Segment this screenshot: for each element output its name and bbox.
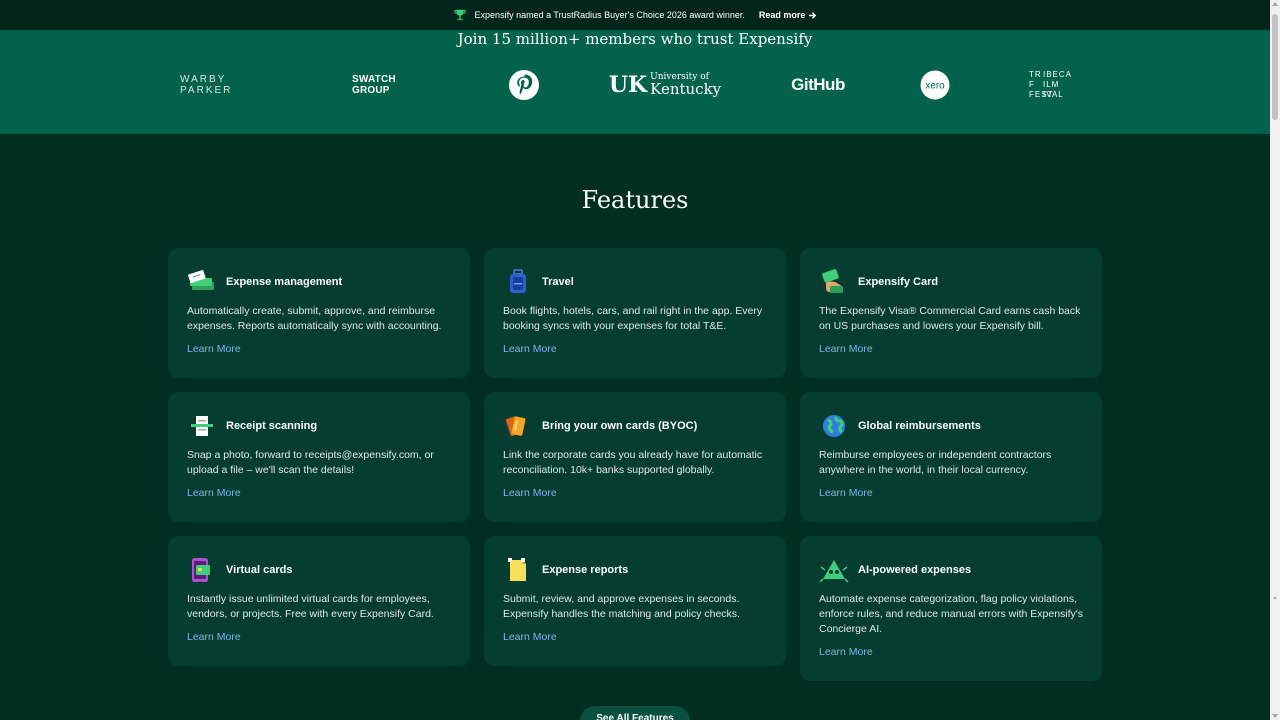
feature-card-desc: Automate expense categorization, flag po… <box>819 593 1084 635</box>
tribeca-part: F <box>1029 80 1035 89</box>
feature-card-title: Receipt scanning <box>226 420 318 432</box>
pinterest-icon <box>509 70 539 100</box>
tribeca-part: TR <box>1029 70 1042 79</box>
feature-card-title: Virtual cards <box>226 564 293 576</box>
learn-more-link[interactable]: Learn More <box>819 646 873 658</box>
feature-card-desc: Reimburse employees or independent contr… <box>819 449 1052 476</box>
feature-card-title: AI-powered expenses <box>858 564 972 576</box>
read-more-label: Read more <box>758 10 806 20</box>
card-hand-icon <box>819 268 849 296</box>
feature-card-expensify-card: Expensify Card The Expensify Visa® Comme… <box>800 248 1102 378</box>
feature-card-title: Travel <box>542 276 574 288</box>
learn-more-link[interactable]: Learn More <box>503 631 557 643</box>
tribeca-festival-logo: TR IBECA F ILM FEST IVAL <box>1022 68 1078 102</box>
luggage-icon <box>503 268 533 296</box>
learn-more-link[interactable]: Learn More <box>187 487 241 499</box>
feature-card-title: Expense management <box>226 276 343 288</box>
warby-parker-logo: WARBY PARKER <box>180 74 233 96</box>
learn-more-link[interactable]: Learn More <box>503 343 557 355</box>
feature-card-receipt-scanning: Receipt scanning Snap a photo, forward t… <box>168 392 470 522</box>
feature-card-expense-reports: Expense reports Submit, review, and appr… <box>484 536 786 666</box>
learn-more-link[interactable]: Learn More <box>187 631 241 643</box>
feature-card-desc: Link the corporate cards you already hav… <box>503 449 763 476</box>
expense-stack-icon <box>187 268 217 296</box>
tribeca-part: IBECA <box>1043 70 1073 79</box>
features-grid: Expense management Automatically create,… <box>168 248 1102 695</box>
feature-card-title: Expensify Card <box>858 276 939 288</box>
tribeca-part: FEST <box>1029 90 1054 99</box>
features-heading: Features <box>581 186 689 214</box>
feature-card-ai-powered-expenses: AI-powered expenses Automate expense cat… <box>800 536 1102 681</box>
receipt-scanner-icon <box>187 412 217 440</box>
trust-heading: Join 15 million+ members who trust Expen… <box>457 30 813 48</box>
feature-card-desc: Book flights, hotels, cars, and rail rig… <box>503 305 763 332</box>
feature-card-desc: Submit, review, and approve expenses in … <box>503 593 740 620</box>
xero-wordmark: xero <box>925 81 945 92</box>
feature-card-title: Expense reports <box>542 564 629 576</box>
scroll-thumb[interactable] <box>1272 14 1278 120</box>
feature-card-virtual-cards: Virtual cards Instantly issue unlimited … <box>168 536 470 666</box>
feature-card-global-reimbursements: Global reimbursements Reimburse employee… <box>800 392 1102 522</box>
tribeca-part: ILM <box>1043 80 1060 89</box>
swatch-group-logo: SWATCH GROUP <box>352 74 396 96</box>
tribeca-wordmark: TR IBECA F ILM FEST IVAL <box>1029 70 1071 100</box>
learn-more-link[interactable]: Learn More <box>187 343 241 355</box>
announcement-text: Expensify named a TrustRadius Buyer's Ch… <box>474 10 745 20</box>
feature-card-byoc: Bring your own cards (BYOC) Link the cor… <box>484 392 786 522</box>
trophy-icon <box>453 9 466 21</box>
customer-logos: WARBY PARKER SWATCH GROUP UK University … <box>0 68 1270 102</box>
report-icon <box>503 556 533 584</box>
read-more-link[interactable]: Read more <box>759 10 818 20</box>
feature-card-title: Global reimbursements <box>858 420 981 432</box>
scroll-up-arrow-icon[interactable] <box>1272 2 1278 6</box>
pinterest-logo <box>508 68 540 102</box>
xero-icon: xero <box>920 70 950 100</box>
scroll-marker-icon <box>1273 597 1277 600</box>
announcement-bar: Expensify named a TrustRadius Buyer's Ch… <box>0 0 1270 30</box>
scroll-down-arrow-icon[interactable] <box>1272 714 1278 718</box>
feature-card-desc: The Expensify Visa® Commercial Card earn… <box>819 305 1081 332</box>
feature-card-title: Bring your own cards (BYOC) <box>542 420 698 432</box>
learn-more-link[interactable]: Learn More <box>819 487 873 499</box>
see-all-features-button[interactable]: See All Features <box>580 706 690 720</box>
arrow-right-icon <box>809 11 817 19</box>
ai-robot-icon <box>819 556 849 584</box>
learn-more-link[interactable]: Learn More <box>503 487 557 499</box>
trust-section: Join 15 million+ members who trust Expen… <box>0 30 1270 134</box>
university-of-kentucky-logo: UK University of Kentucky <box>608 68 721 102</box>
github-logo: GitHub <box>791 75 845 94</box>
cards-stack-icon <box>503 412 533 440</box>
feature-card-desc: Snap a photo, forward to receipts@expens… <box>187 449 434 476</box>
feature-card-desc: Automatically create, submit, approve, a… <box>187 305 442 332</box>
uk-wordmark: University of Kentucky <box>650 73 721 97</box>
page-scrollbar[interactable] <box>1270 0 1280 720</box>
feature-card-desc: Instantly issue unlimited virtual cards … <box>187 593 434 620</box>
globe-icon <box>819 412 849 440</box>
feature-card-expense-management: Expense management Automatically create,… <box>168 248 470 378</box>
learn-more-link[interactable]: Learn More <box>819 343 873 355</box>
uk-big-text: Kentucky <box>650 80 722 98</box>
uk-mark: UK <box>608 72 648 98</box>
feature-card-travel: Travel Book flights, hotels, cars, and r… <box>484 248 786 378</box>
xero-logo: xero <box>919 68 951 102</box>
virtual-card-icon <box>187 556 217 584</box>
tribeca-part: IVAL <box>1043 90 1064 99</box>
